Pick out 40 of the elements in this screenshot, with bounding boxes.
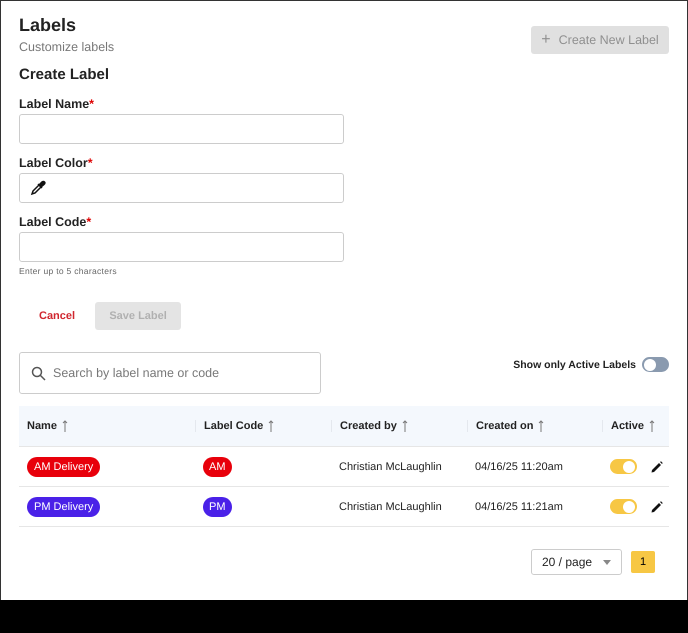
field-label: Label Name*	[19, 97, 96, 111]
pencil-icon[interactable]	[651, 500, 663, 512]
column-header[interactable]: Active	[611, 420, 644, 432]
sort-icon[interactable]	[268, 420, 274, 432]
pencil-icon[interactable]	[651, 460, 663, 472]
code-tag: PM	[203, 496, 232, 516]
sort-icon[interactable]	[402, 420, 408, 432]
filter-label: Show only Active Labels	[513, 358, 636, 370]
toggle-switch[interactable]	[610, 459, 637, 474]
field-label: Label Color*	[19, 156, 94, 170]
column-header[interactable]: Created by	[340, 420, 397, 432]
table-cell: 04/16/25 11:20am	[475, 460, 563, 472]
input-field[interactable]	[19, 114, 344, 144]
table-cell: 04/16/25 11:21am	[475, 500, 563, 512]
field-hint: Enter up to 5 characters	[19, 266, 118, 276]
label-tag: AM Delivery	[27, 456, 100, 476]
label-tag: PM Delivery	[27, 496, 100, 516]
eyedropper-icon	[30, 180, 46, 196]
page-subtitle: Customize labels	[19, 40, 114, 54]
page-button[interactable]: 1	[631, 551, 655, 573]
column-header[interactable]: Name	[27, 420, 57, 432]
column-header[interactable]: Created on	[476, 420, 534, 432]
caret-icon	[603, 560, 611, 564]
color-field[interactable]	[19, 173, 344, 203]
sort-icon[interactable]	[538, 420, 544, 432]
input-field[interactable]	[19, 232, 344, 262]
sort-icon[interactable]	[62, 420, 68, 432]
page-size-select[interactable]: 20 / page	[531, 549, 622, 575]
form-title: Create Label	[19, 66, 110, 83]
code-tag: AM	[203, 456, 232, 476]
toggle-switch[interactable]	[642, 357, 669, 372]
column-header[interactable]: Label Code	[204, 420, 264, 432]
field-label: Label Code*	[19, 215, 92, 229]
toggle-switch[interactable]	[610, 499, 637, 514]
sort-icon[interactable]	[649, 420, 656, 432]
page-title: Labels	[19, 15, 78, 36]
table-cell: Christian McLaughlin	[339, 460, 442, 472]
cancel-button[interactable]: Cancel	[39, 310, 76, 322]
search-field[interactable]: Search by label name or code	[19, 352, 321, 394]
table-cell: Christian McLaughlin	[339, 500, 442, 512]
